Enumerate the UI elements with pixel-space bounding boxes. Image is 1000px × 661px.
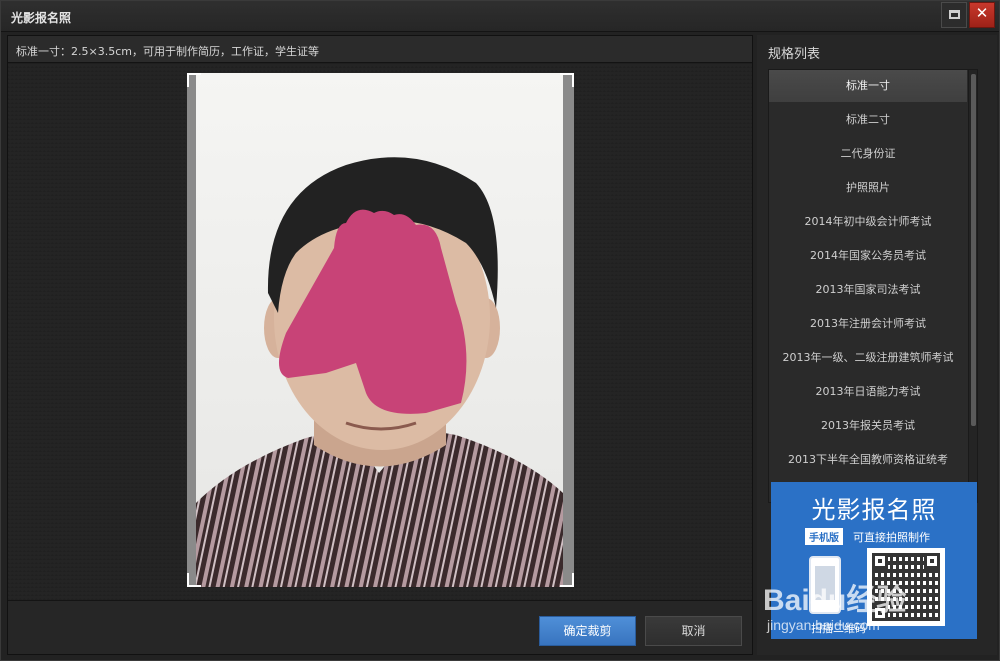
spec-list-scrollbar[interactable] — [968, 70, 977, 502]
ad-subtitle: 可直接拍照制作 — [853, 531, 930, 544]
close-icon: ✕ — [975, 4, 989, 22]
crop-handle-top-left[interactable] — [187, 73, 201, 87]
close-button[interactable]: ✕ — [969, 2, 995, 28]
maximize-button[interactable] — [941, 2, 967, 28]
spec-item-civil-service-exam[interactable]: 2014年国家公务员考试 — [769, 240, 967, 272]
spec-item-accountant-exam[interactable]: 2014年初中级会计师考试 — [769, 206, 967, 238]
title-bar: 光影报名照 ✕ — [1, 1, 999, 32]
spec-item-teacher-exam[interactable]: 2013下半年全国教师资格证统考 — [769, 444, 967, 476]
portrait-image — [196, 157, 563, 587]
confirm-crop-button[interactable]: 确定裁剪 — [539, 616, 636, 646]
spec-item-japanese-exam[interactable]: 2013年日语能力考试 — [769, 376, 967, 408]
photo-frame — [187, 73, 574, 587]
spec-list[interactable]: 标准一寸 标准二寸 二代身份证 护照照片 2014年初中级会计师考试 2014年… — [768, 69, 978, 503]
spec-info-text: 标准一寸：2.5×3.5cm，可用于制作简历，工作证，学生证等 — [16, 45, 319, 58]
crop-handle-top-right[interactable] — [560, 73, 574, 87]
spec-item-standard-2-inch[interactable]: 标准二寸 — [769, 104, 967, 136]
crop-handle-bottom-right[interactable] — [560, 573, 574, 587]
scrollbar-thumb[interactable] — [971, 74, 976, 426]
spec-item-standard-1-inch[interactable]: 标准一寸 — [769, 70, 967, 102]
baidu-watermark: Baidu经验 — [763, 584, 907, 617]
portrait-photo[interactable] — [196, 73, 563, 587]
spec-item-architect-exam[interactable]: 2013年一级、二级注册建筑师考试 — [769, 342, 967, 374]
crop-canvas[interactable] — [8, 64, 752, 600]
crop-handle-bottom-left[interactable] — [187, 573, 201, 587]
spec-item-cpa-exam[interactable]: 2013年注册会计师考试 — [769, 308, 967, 340]
window-title: 光影报名照 — [11, 11, 72, 25]
maximize-icon — [949, 10, 960, 19]
crop-pane: 标准一寸：2.5×3.5cm，可用于制作简历，工作证，学生证等 确定裁剪 取消 — [7, 35, 753, 655]
spec-info-bar: 标准一寸：2.5×3.5cm，可用于制作简历，工作证，学生证等 — [8, 36, 752, 63]
baidu-watermark-url: jingyan.baidu.com — [767, 617, 880, 633]
spec-item-passport[interactable]: 护照照片 — [769, 172, 967, 204]
spec-panel: 规格列表 标准一寸 标准二寸 二代身份证 护照照片 2014年初中级会计师考试 … — [757, 35, 997, 655]
action-bar: 确定裁剪 取消 — [8, 600, 752, 654]
spec-item-id-card[interactable]: 二代身份证 — [769, 138, 967, 170]
ad-title: 光影报名照 — [811, 496, 937, 524]
ad-tag: 手机版 — [805, 528, 843, 545]
spec-item-judicial-exam[interactable]: 2013年国家司法考试 — [769, 274, 967, 306]
app-window: 光影报名照 ✕ 标准一寸：2.5×3.5cm，可用于制作简历，工作证，学生证等 — [0, 0, 1000, 661]
cancel-button[interactable]: 取消 — [645, 616, 742, 646]
spec-list-title: 规格列表 — [768, 47, 821, 62]
spec-item-customs-exam[interactable]: 2013年报关员考试 — [769, 410, 967, 442]
